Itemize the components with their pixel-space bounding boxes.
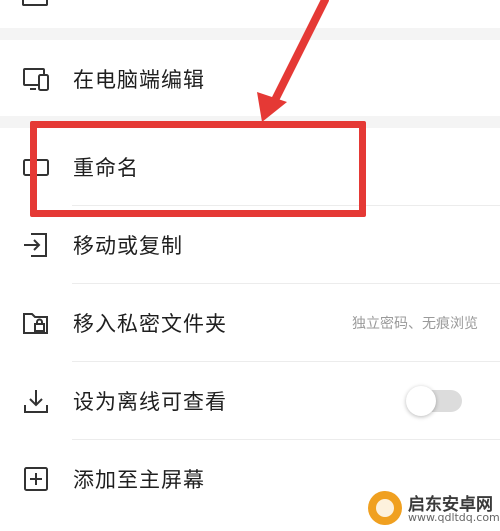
previous-menu-item-partial[interactable] — [0, 0, 500, 28]
menu-item-edit-on-desktop[interactable]: 在电脑端编辑 — [0, 40, 500, 118]
private-folder-hint: 独立密码、无痕浏览 — [352, 316, 478, 332]
device-edit-icon — [22, 65, 50, 93]
menu-item-label: 移入私密文件夹 — [73, 312, 227, 336]
menu-item-label: 在电脑端编辑 — [73, 68, 205, 92]
private-folder-icon — [22, 309, 50, 337]
menu-item-available-offline[interactable]: 设为离线可查看 — [0, 362, 500, 440]
add-square-icon — [22, 465, 50, 493]
section-divider — [0, 116, 500, 128]
watermark-logo-icon — [368, 491, 402, 525]
menu-item-move-to-private-folder[interactable]: 移入私密文件夹 独立密码、无痕浏览 — [0, 284, 500, 362]
partial-item-icon — [22, 0, 48, 6]
menu-item-label: 移动或复制 — [73, 234, 183, 258]
toggle-knob — [406, 386, 436, 416]
offline-toggle[interactable] — [406, 386, 462, 416]
menu-item-move-or-copy[interactable]: 移动或复制 — [0, 206, 500, 284]
menu-item-label: 重命名 — [73, 156, 139, 180]
section-divider — [0, 28, 500, 40]
site-watermark: 启东安卓网 www.qdltdq.com — [368, 489, 500, 527]
menu-item-label: 添加至主屏幕 — [73, 468, 205, 492]
watermark-url: www.qdltdq.com — [408, 511, 500, 524]
rename-icon — [22, 153, 50, 181]
menu-item-rename[interactable]: 重命名 — [0, 128, 500, 206]
menu-item-label: 设为离线可查看 — [73, 390, 227, 414]
menu-screen: 在电脑端编辑 重命名 移动或复制 移入私密文件夹 独立密码、无痕浏览 设为离线可… — [0, 0, 500, 531]
move-icon — [22, 231, 50, 259]
download-icon — [22, 387, 50, 415]
